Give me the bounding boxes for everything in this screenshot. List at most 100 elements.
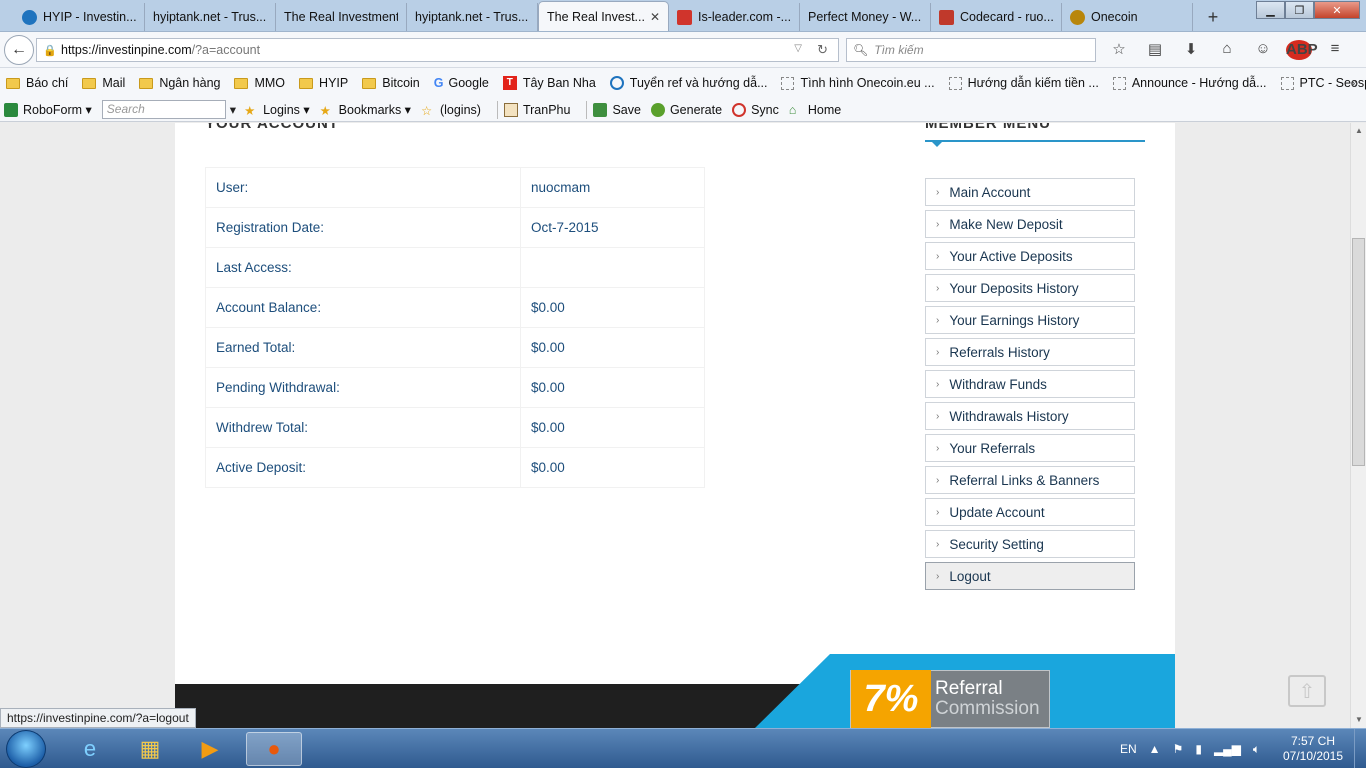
table-row: Last Access: — [205, 247, 705, 288]
menu-item-your-deposits-history[interactable]: › Your Deposits History — [925, 274, 1135, 302]
tab-hyiptank-1[interactable]: hyiptank.net - Trus... — [145, 3, 276, 31]
roboform-logins-paren[interactable]: ☆ (logins) — [421, 103, 481, 118]
tab-hyiptank-2[interactable]: hyiptank.net - Trus... — [407, 3, 538, 31]
menu-item-your-referrals[interactable]: › Your Referrals — [925, 434, 1135, 462]
tab-codecard[interactable]: Codecard - ruo... — [931, 3, 1062, 31]
bookmark-star-icon[interactable]: ☆ — [1106, 40, 1132, 60]
bookmark-mmo[interactable]: MMO — [234, 76, 285, 90]
clock[interactable]: 7:57 CH 07/10/2015 — [1278, 734, 1348, 764]
tab-real-investment-1[interactable]: The Real Investment — [276, 3, 407, 31]
menu-item-main-account[interactable]: › Main Account — [925, 178, 1135, 206]
account-label: Registration Date: — [205, 207, 521, 248]
tab-hyip[interactable]: HYIP - Investin... — [14, 3, 145, 31]
scroll-to-top-button[interactable]: ⇧ — [1288, 675, 1326, 707]
close-window-button[interactable]: ✕ — [1314, 1, 1360, 19]
tab-real-investment-active[interactable]: The Real Invest... ✕ — [538, 1, 669, 31]
roboform-menu[interactable]: RoboForm ▾ — [4, 102, 92, 117]
maximize-button[interactable]: ❐ — [1285, 1, 1314, 19]
roboform-search-input[interactable]: Search — [101, 100, 226, 119]
minimize-button[interactable]: ▁ — [1256, 1, 1285, 19]
show-desktop-button[interactable] — [1354, 729, 1366, 768]
bookmark-hyip[interactable]: HYIP — [299, 76, 348, 90]
roboform-search-dropdown-icon[interactable]: ▾ — [230, 102, 236, 117]
search-input[interactable]: 🔍︎ Tìm kiếm — [846, 38, 1096, 62]
bookmark-announce[interactable]: Announce - Hướng dẫ... — [1112, 76, 1267, 90]
web-page: YOUR ACCOUNT User: nuocmam Registration Da… — [0, 123, 1350, 728]
chevron-right-icon: › — [936, 314, 940, 326]
t-logo-icon: T — [502, 76, 517, 90]
chevron-more-icon[interactable]: » — [1351, 76, 1358, 90]
bookmarks-bar: Báo chí Mail Ngân hàng MMO HYIP Bitcoin … — [0, 68, 1366, 98]
roboform-home[interactable]: ⌂ Home — [789, 103, 841, 117]
menu-item-withdraw-funds[interactable]: › Withdraw Funds — [925, 370, 1135, 398]
page-icon — [948, 76, 962, 90]
tab-close-icon[interactable]: ✕ — [650, 10, 660, 24]
table-row: Active Deposit: $0.00 — [205, 447, 705, 488]
page-scrollbar[interactable]: ▲ ▼ — [1350, 123, 1366, 728]
start-button[interactable] — [6, 730, 46, 768]
scroll-thumb[interactable] — [1352, 238, 1365, 466]
back-button[interactable]: ← — [4, 35, 34, 65]
menu-item-your-earnings-history[interactable]: › Your Earnings History — [925, 306, 1135, 334]
menu-title-underline — [925, 140, 1145, 142]
flag-icon[interactable]: ⚑ — [1173, 742, 1184, 756]
menu-hamburger-icon[interactable]: ≡ — [1322, 40, 1348, 60]
chevron-right-icon: › — [936, 282, 940, 294]
roboform-tranphu[interactable]: TranPhu — [503, 102, 570, 117]
account-table: User: nuocmam Registration Date: Oct-7-2015… — [205, 167, 705, 488]
taskbar-ie[interactable]: e — [62, 732, 118, 766]
bookmark-google[interactable]: G Google — [434, 76, 489, 90]
network-icon[interactable]: ▮ — [1195, 742, 1202, 756]
roboform-generate[interactable]: Generate — [650, 102, 722, 117]
section-title: YOUR ACCOUNT — [205, 123, 339, 132]
volume-icon[interactable]: 🔈︎ — [1253, 742, 1260, 757]
bookmark-bao-chi[interactable]: Báo chí — [6, 76, 68, 90]
menu-item-security-setting[interactable]: › Security Setting — [925, 530, 1135, 558]
page-icon — [781, 76, 795, 90]
bookmark-huong-dan[interactable]: Hướng dẫn kiếm tiền ... — [948, 76, 1099, 90]
referral-commission-banner[interactable]: 7% Referral Commission — [850, 670, 1050, 728]
menu-item-label: Your Referrals — [949, 440, 1036, 456]
adblock-icon[interactable]: ABP — [1286, 40, 1318, 60]
reload-icon[interactable]: ↻ — [817, 42, 828, 58]
tab-onecoin[interactable]: Onecoin — [1062, 3, 1193, 31]
account-label: Pending Withdrawal: — [205, 367, 521, 408]
tray-expand-icon[interactable]: ▲ — [1149, 742, 1161, 756]
roboform-save[interactable]: Save — [593, 102, 641, 117]
menu-item-your-active-deposits[interactable]: › Your Active Deposits — [925, 242, 1135, 270]
menu-item-logout[interactable]: › Logout — [925, 562, 1135, 590]
page-icon — [1112, 76, 1126, 90]
taskbar-media[interactable]: ▶ — [182, 732, 238, 766]
menu-item-make-new-deposit[interactable]: › Make New Deposit — [925, 210, 1135, 238]
reading-list-icon[interactable]: ▤ — [1142, 40, 1168, 60]
bookmark-bitcoin[interactable]: Bitcoin — [362, 76, 420, 90]
menu-item-referral-links-banners[interactable]: › Referral Links & Banners — [925, 466, 1135, 494]
chat-icon[interactable]: ☺ — [1250, 40, 1276, 60]
taskbar-explorer[interactable]: ▦ — [122, 732, 178, 766]
roboform-bookmarks[interactable]: ★ Bookmarks ▾ — [320, 102, 411, 118]
tab-is-leader[interactable]: Is-leader.com -... — [669, 3, 800, 31]
new-tab-button[interactable]: + — [1193, 3, 1233, 31]
search-icon: 🔍︎ — [853, 43, 869, 57]
scroll-down-icon[interactable]: ▼ — [1351, 712, 1366, 728]
bookmark-tinh-hinh-onecoin[interactable]: Tình hình Onecoin.eu ... — [781, 76, 935, 90]
scroll-up-icon[interactable]: ▲ — [1351, 123, 1366, 139]
bookmark-ngan-hang[interactable]: Ngân hàng — [139, 76, 220, 90]
home-icon[interactable]: ⌂ — [1214, 40, 1240, 60]
menu-item-update-account[interactable]: › Update Account — [925, 498, 1135, 526]
signal-icon[interactable]: ▂▄▆ — [1214, 742, 1241, 756]
roboform-logins[interactable]: ★ Logins ▾ — [244, 102, 310, 118]
tab-perfect-money[interactable]: Perfect Money - W... — [800, 3, 931, 31]
download-icon[interactable]: ⬇ — [1178, 40, 1204, 60]
language-indicator[interactable]: EN — [1120, 742, 1137, 756]
bookmark-tuyen-ref[interactable]: Tuyển ref và hướng dẫ... — [609, 76, 767, 90]
chevron-right-icon: › — [936, 442, 940, 454]
bookmark-mail[interactable]: Mail — [82, 76, 125, 90]
url-dropdown-icon[interactable]: ▽ — [794, 43, 802, 54]
address-bar[interactable]: 🔒 https://investinpine.com/?a=account ▽ … — [36, 38, 839, 62]
menu-item-referrals-history[interactable]: › Referrals History — [925, 338, 1135, 366]
taskbar-firefox[interactable]: ● — [246, 732, 302, 766]
bookmark-tay-ban-nha[interactable]: T Tây Ban Nha — [502, 76, 596, 90]
roboform-sync[interactable]: Sync — [732, 102, 779, 117]
menu-item-withdrawals-history[interactable]: › Withdrawals History — [925, 402, 1135, 430]
